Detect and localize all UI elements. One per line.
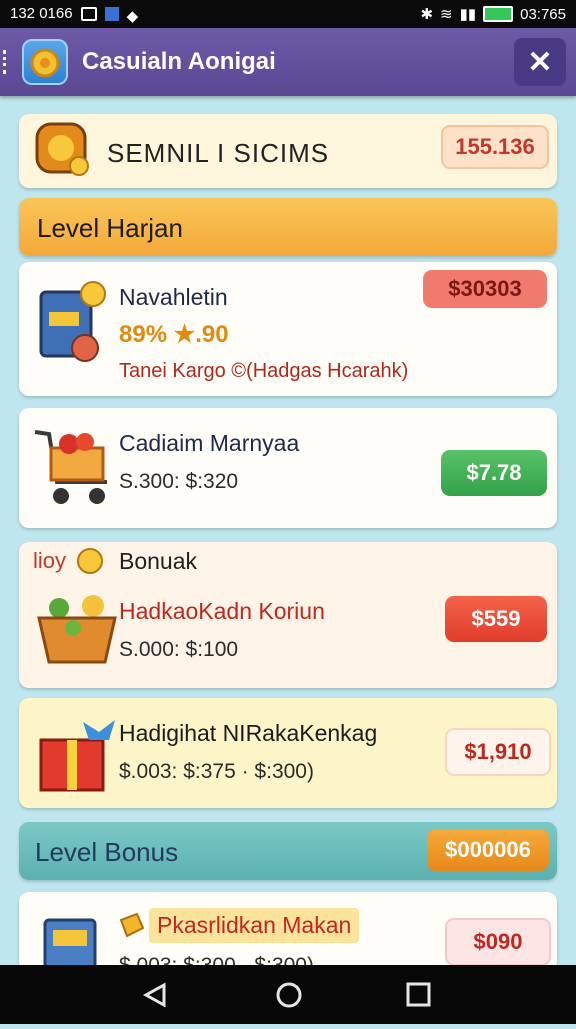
menu-icon[interactable] <box>3 50 10 74</box>
summary-card[interactable]: SEMNIL I SICIMS 155.136 <box>19 114 557 188</box>
bluetooth-icon: ✱ <box>420 6 434 23</box>
recents-icon[interactable] <box>406 982 431 1007</box>
list-item[interactable]: lioy Bonuak HadkaoKadn Koriun S.000: $:1… <box>19 542 557 688</box>
item-detail: Tanei Kargo ©(Hadgas Hcarahk) <box>119 360 409 382</box>
app-notification-icon <box>104 6 119 21</box>
media-notification-icon: ◆ <box>126 7 139 25</box>
coin-icon <box>75 546 105 576</box>
item-title: Pkasrlidkan Makan <box>149 908 360 943</box>
app-bar: Casuialn Aonigai ✕ <box>0 28 576 96</box>
produce-basket-icon <box>33 590 123 670</box>
status-time-right: 03:765 <box>520 5 566 23</box>
item-rating: 89% ★.90 <box>119 321 229 348</box>
item-tag-label: lioy <box>33 548 67 573</box>
item-detail: $.003: $:375 · $:300) <box>119 760 314 783</box>
close-button[interactable]: ✕ <box>514 38 566 86</box>
status-time-left: 132 0166 <box>10 5 73 22</box>
price-button[interactable]: $559 <box>445 596 547 642</box>
gold-bar-icon <box>117 910 147 940</box>
price-badge[interactable]: $1,910 <box>445 728 551 776</box>
coin-badge-icon <box>33 120 91 178</box>
item-heading: Bonuak <box>119 548 198 574</box>
app-title: Casuialn Aonigai <box>82 48 276 75</box>
item-detail: S.300: $:320 <box>119 470 239 493</box>
list-item[interactable]: Cadiaim Marnyaa S.300: $:320 $7.78 <box>19 408 557 528</box>
gift-box-icon <box>35 712 125 796</box>
wifi-icon: ≋ <box>440 6 453 23</box>
list-item[interactable]: Pkasrlidkan Makan $.003: $:300 · $:300) … <box>19 892 557 972</box>
item-detail: S.000: $:100 <box>119 638 239 661</box>
item-title: Cadiaim Marnyaa <box>119 430 300 456</box>
section-header-label: Level Harjan <box>37 213 183 243</box>
bonus-value-badge[interactable]: $000006 <box>427 829 549 871</box>
status-bar: 132 0166 ◆ ✱ ≋ ▮▮ 03:765 <box>0 0 576 28</box>
vending-machine-icon <box>35 276 127 368</box>
list-item[interactable]: Navahletin 89% ★.90 Tanei Kargo ©(Hadgas… <box>19 262 557 396</box>
home-icon[interactable] <box>276 982 302 1008</box>
app-logo-icon <box>22 39 68 85</box>
close-icon: ✕ <box>527 45 553 79</box>
item-title: HadkaoKadn Koriun <box>119 598 325 624</box>
section-header-level: Level Harjan <box>19 198 557 256</box>
section-header-label: Level Bonus <box>35 837 179 867</box>
price-button[interactable]: $7.78 <box>441 450 547 496</box>
section-header-bonus: Level Bonus $000006 <box>19 822 557 880</box>
navigation-bar <box>0 965 576 1024</box>
battery-icon <box>483 6 514 22</box>
price-badge[interactable]: $090 <box>445 918 551 966</box>
price-badge[interactable]: $30303 <box>423 270 547 308</box>
signal-icon: ▮▮ <box>459 6 477 23</box>
item-title: Navahletin <box>119 284 228 310</box>
item-title: Hadigihat NIRakaKenkag <box>119 720 378 746</box>
machine-icon <box>37 906 117 972</box>
list-item[interactable]: Hadigihat NIRakaKenkag $.003: $:375 · $:… <box>19 698 557 808</box>
shopping-cart-icon <box>31 426 121 514</box>
summary-value-badge: 155.136 <box>441 125 549 169</box>
summary-title: SEMNIL I SICIMS <box>107 138 330 168</box>
back-icon[interactable] <box>142 982 166 1008</box>
image-notification-icon <box>80 6 97 21</box>
